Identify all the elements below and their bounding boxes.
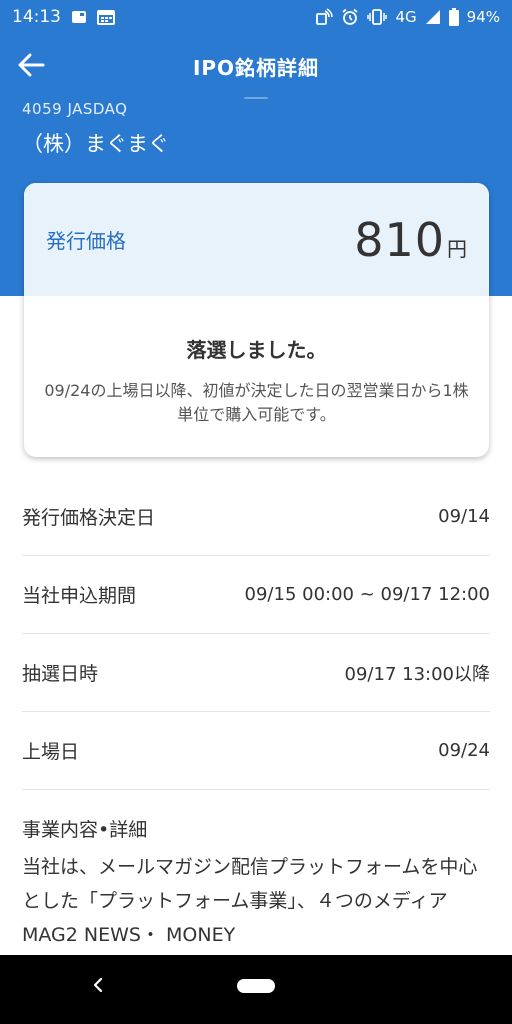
detail-label: 当社申込期間 (22, 585, 137, 607)
detail-label: 抽選日時 (22, 663, 99, 685)
battery-percent: 94% (466, 8, 500, 26)
sim-card-icon (71, 10, 87, 24)
price-section: 発行価格 810 円 (24, 183, 489, 296)
status-time: 14:13 (12, 7, 61, 27)
battery-icon (448, 8, 459, 26)
business-section-title: 事業内容•詳細 (22, 819, 148, 841)
result-section: 落選しました。 09/24の上場日以降、初値が決定した日の翌営業日から1株単位で… (24, 296, 489, 427)
price-value: 810 円 (354, 213, 467, 267)
calendar-icon (97, 9, 115, 25)
signal-icon (425, 9, 441, 25)
ipo-result-card: 発行価格 810 円 落選しました。 09/24の上場日以降、初値が決定した日の… (24, 183, 489, 457)
lottery-result-title: 落選しました。 (186, 338, 327, 362)
status-bar: 14:13 4G 94% (0, 0, 512, 34)
app-bar: IPO銘柄詳細 (0, 34, 512, 98)
network-type: 4G (395, 8, 417, 26)
price-unit: 円 (447, 236, 467, 261)
back-button[interactable] (14, 50, 48, 84)
stock-code-market: 4059 JASDAQ (22, 100, 128, 118)
stock-name: （株）まぐまぐ (22, 132, 169, 156)
price-label: 発行価格 (46, 229, 126, 253)
detail-value: 09/15 00:00 ~ 09/17 12:00 (244, 584, 490, 605)
price-number: 810 (354, 212, 445, 267)
alarm-icon (341, 8, 359, 26)
vibrate-icon (367, 9, 388, 25)
detail-row-price-decision-date: 発行価格決定日 09/14 (22, 478, 490, 556)
detail-label: 上場日 (22, 741, 80, 763)
lottery-result-description: 09/24の上場日以降、初値が決定した日の翌営業日から1株単位で購入可能です。 (44, 381, 469, 424)
detail-value: 09/17 13:00以降 (344, 663, 490, 685)
detail-row-application-period: 当社申込期間 09/15 00:00 ~ 09/17 12:00 (22, 556, 490, 634)
detail-value: 09/14 (438, 506, 490, 527)
drag-handle (244, 97, 268, 99)
chevron-left-icon (91, 977, 105, 997)
detail-row-lottery-datetime: 抽選日時 09/17 13:00以降 (22, 634, 490, 712)
nfc-icon (315, 8, 334, 26)
detail-label: 発行価格決定日 (22, 507, 156, 529)
detail-value: 09/24 (438, 740, 490, 761)
system-home-button[interactable] (237, 979, 275, 993)
arrow-left-icon (17, 53, 45, 81)
system-back-button[interactable] (86, 975, 110, 999)
system-navigation-bar (0, 955, 512, 1024)
business-description: 当社は、メールマガジン配信プラットフォームを中心とした「プラットフォーム事業」、… (22, 856, 478, 946)
page-title: IPO銘柄詳細 (192, 55, 320, 80)
detail-row-listing-date: 上場日 09/24 (22, 712, 490, 790)
